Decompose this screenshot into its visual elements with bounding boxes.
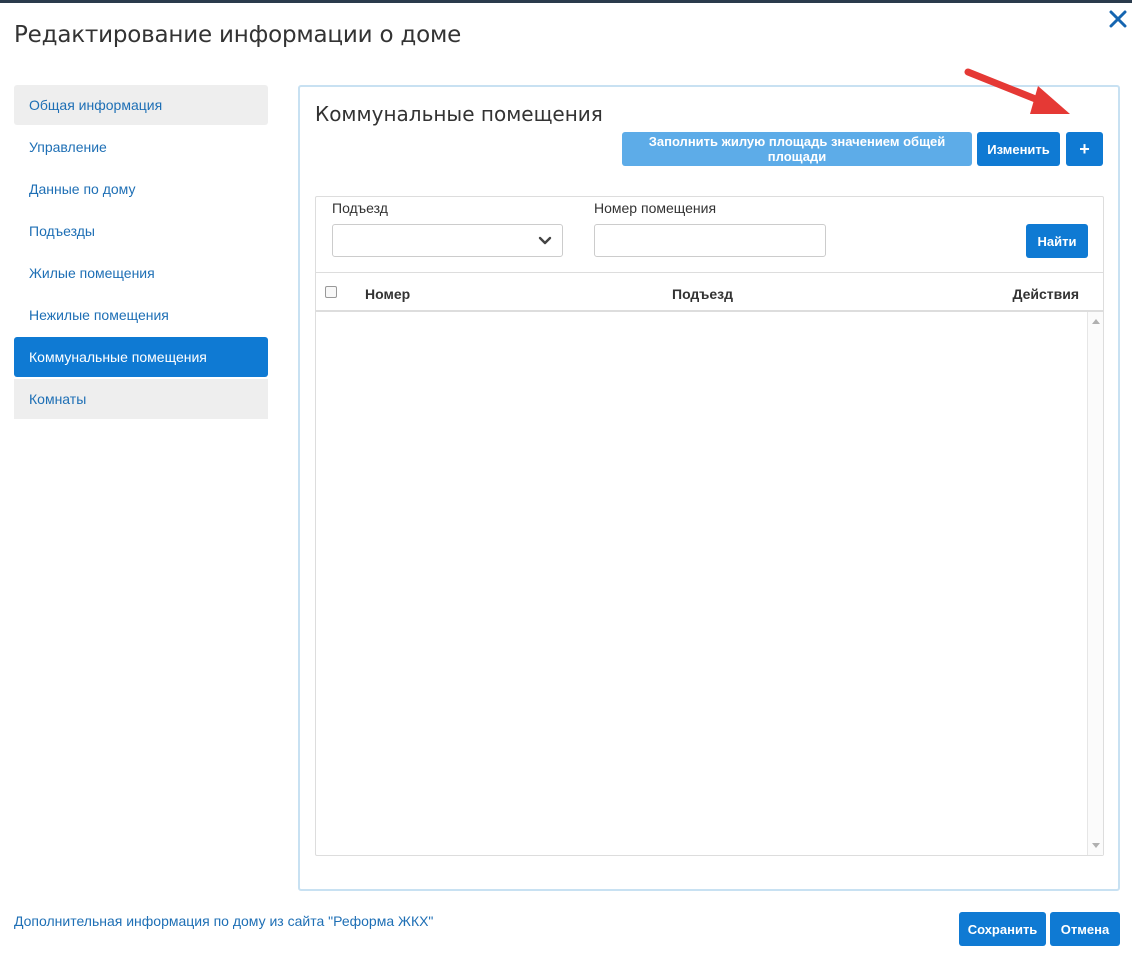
- sidebar-item-residential[interactable]: Жилые помещения: [14, 253, 268, 293]
- premises-table-container: Подъезд Номер помещения Найти Номер Подъ…: [315, 196, 1104, 856]
- sidebar-nav: Общая информация Управление Данные по до…: [14, 85, 268, 421]
- column-header-entrance[interactable]: Подъезд: [672, 286, 733, 302]
- panel-title: Коммунальные помещения: [315, 102, 603, 126]
- room-number-filter-label: Номер помещения: [594, 200, 717, 216]
- room-number-input[interactable]: [594, 224, 826, 257]
- reform-zhkh-info-link[interactable]: Дополнительная информация по дому из сай…: [14, 913, 433, 929]
- table-header: Номер Подъезд Действия: [316, 272, 1103, 312]
- modal-title: Редактирование информации о доме: [14, 22, 462, 48]
- communal-premises-panel: Коммунальные помещения Заполнить жилую п…: [298, 85, 1120, 891]
- sidebar-item-rooms[interactable]: Комнаты: [14, 379, 268, 419]
- add-button[interactable]: +: [1066, 132, 1103, 166]
- column-header-number[interactable]: Номер: [365, 286, 410, 302]
- table-scrollbar[interactable]: [1087, 312, 1103, 855]
- entrance-select[interactable]: [332, 224, 563, 257]
- sidebar-item-house-data[interactable]: Данные по дому: [14, 169, 268, 209]
- close-button[interactable]: [1105, 6, 1131, 32]
- close-x-icon: [1109, 10, 1127, 28]
- entrance-filter-label: Подъезд: [332, 200, 388, 216]
- fill-living-area-button[interactable]: Заполнить жилую площадь значением общей …: [622, 132, 972, 166]
- find-button[interactable]: Найти: [1026, 224, 1088, 258]
- sidebar-item-general[interactable]: Общая информация: [14, 85, 268, 125]
- scroll-up-arrow-icon[interactable]: [1092, 319, 1100, 324]
- cancel-button[interactable]: Отмена: [1050, 912, 1120, 946]
- top-edge-strip: [0, 0, 1132, 3]
- sidebar-item-non-residential[interactable]: Нежилые помещения: [14, 295, 268, 335]
- sidebar-item-communal[interactable]: Коммунальные помещения: [14, 337, 268, 377]
- chevron-down-icon: [538, 236, 552, 245]
- sidebar-item-entrances[interactable]: Подъезды: [14, 211, 268, 251]
- scroll-down-arrow-icon[interactable]: [1092, 843, 1100, 848]
- column-header-actions: Действия: [1012, 286, 1079, 302]
- select-all-checkbox[interactable]: [325, 286, 337, 298]
- sidebar-item-management[interactable]: Управление: [14, 127, 268, 167]
- edit-button[interactable]: Изменить: [977, 132, 1060, 166]
- table-body: [316, 312, 1103, 855]
- save-button[interactable]: Сохранить: [959, 912, 1046, 946]
